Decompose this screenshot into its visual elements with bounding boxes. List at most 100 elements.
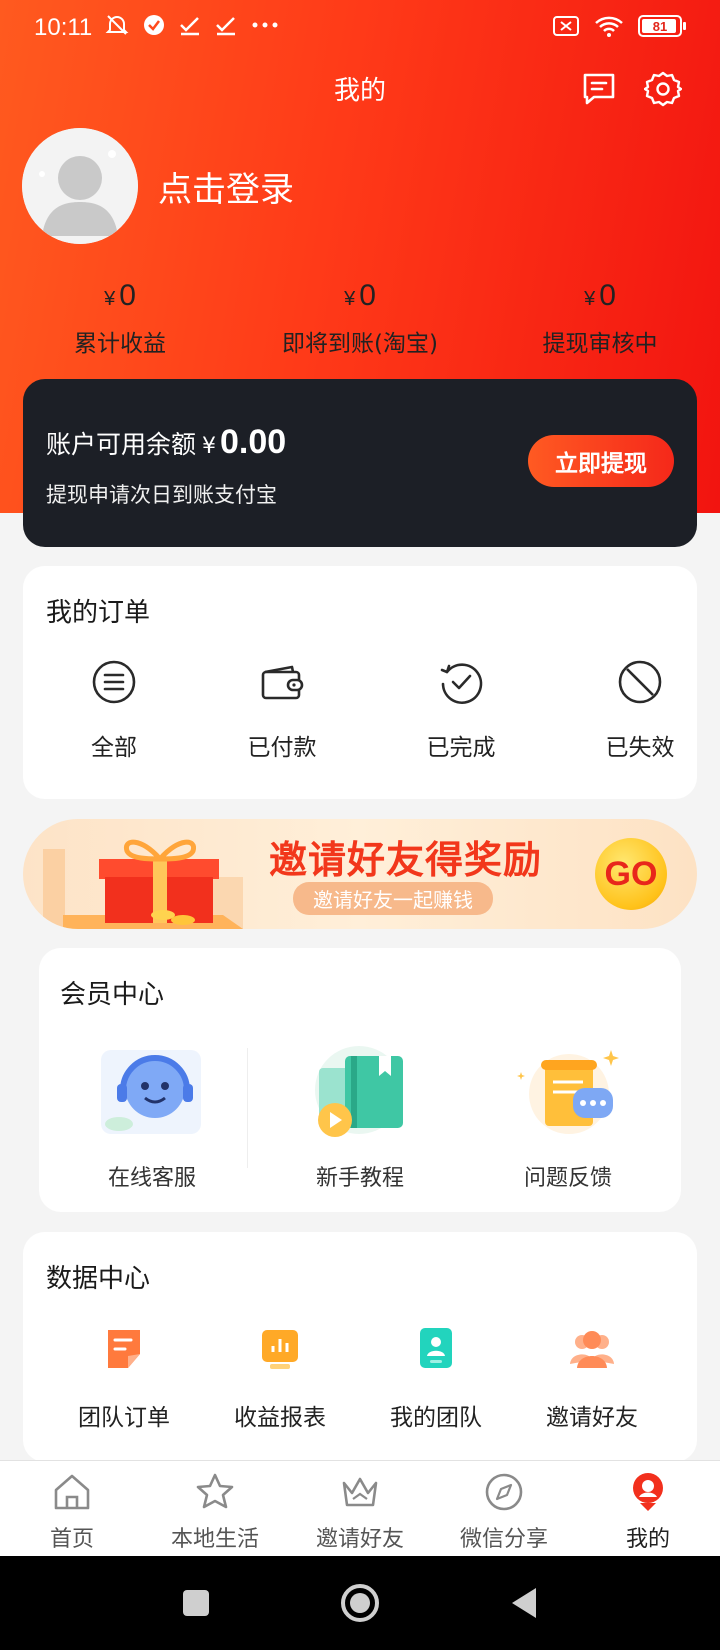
mute-icon — [105, 15, 129, 35]
balance-amount: 0.00 — [220, 423, 287, 461]
invite-banner[interactable]: 邀请好友得奖励 邀请好友一起赚钱 GO — [23, 819, 697, 929]
balance-card: 账户可用余额 ¥ 0.00 提现申请次日到账支付宝 立即提现 — [23, 379, 697, 547]
tab-label: 微信分享 — [459, 1527, 548, 1552]
back-icon[interactable] — [504, 1583, 544, 1623]
banner-subtitle: 邀请好友一起赚钱 — [293, 882, 493, 915]
task-done-icon — [216, 17, 235, 36]
data-invite-friends[interactable]: 邀请好友 — [522, 1324, 662, 1432]
login-area[interactable]: 点击登录 — [22, 128, 294, 244]
data-center-card: 数据中心 团队订单 收益报表 我的团队 邀请好友 — [23, 1232, 697, 1462]
crown-icon — [342, 1477, 378, 1507]
tab-label: 首页 — [49, 1527, 94, 1552]
order-expired[interactable]: 已失效 — [580, 658, 700, 762]
order-label: 已完成 — [426, 735, 496, 761]
list-icon — [92, 660, 136, 704]
stat-label: 累计收益 — [74, 331, 166, 357]
order-label: 已失效 — [605, 735, 675, 761]
stat-withdraw-review[interactable]: ¥0 提现审核中 — [520, 276, 680, 358]
feedback-icon — [517, 1050, 619, 1134]
stat-amount: 0 — [359, 279, 376, 312]
stat-label: 提现审核中 — [542, 331, 658, 357]
withdraw-button[interactable]: 立即提现 — [528, 435, 674, 487]
team-order-icon — [108, 1330, 140, 1368]
member-center-card: 会员中心 在线客服 新手教程 问题反馈 — [39, 948, 681, 1212]
check-circle-icon — [440, 663, 483, 704]
data-label: 团队订单 — [78, 1405, 170, 1431]
order-label: 已付款 — [247, 735, 317, 761]
home-button-icon[interactable] — [340, 1583, 380, 1623]
data-label: 收益报表 — [234, 1405, 326, 1431]
data-label: 我的团队 — [390, 1405, 482, 1431]
divider — [247, 1048, 248, 1168]
balance-line: 账户可用余额 ¥ 0.00 — [46, 423, 286, 462]
balance-note: 提现申请次日到账支付宝 — [46, 483, 277, 507]
member-center-title: 会员中心 — [60, 980, 165, 1010]
banner-title: 邀请好友得奖励 — [269, 838, 543, 882]
recent-apps-icon[interactable] — [176, 1583, 216, 1623]
stat-amount: 0 — [599, 279, 616, 312]
home-icon — [54, 1474, 90, 1510]
data-label: 邀请好友 — [546, 1405, 638, 1431]
tab-invite-friends[interactable]: 邀请好友 — [295, 1471, 425, 1553]
compass-icon — [485, 1473, 523, 1511]
member-label: 问题反馈 — [523, 1166, 612, 1191]
status-bar: 10:11 81 — [0, 0, 720, 56]
stat-total-earnings[interactable]: ¥0 累计收益 — [40, 276, 200, 358]
orders-card: 我的订单 全部 已付款 已完成 已失效 — [23, 566, 697, 799]
wifi-icon — [595, 16, 623, 37]
tab-local-life[interactable]: 本地生活 — [150, 1471, 280, 1553]
balance-currency: ¥ — [202, 434, 217, 459]
tab-label: 邀请好友 — [315, 1527, 404, 1552]
profile-icon — [633, 1473, 663, 1511]
member-tutorial[interactable]: 新手教程 — [275, 1044, 445, 1192]
revenue-report-icon — [262, 1330, 298, 1369]
stat-pending-taobao[interactable]: ¥0 即将到账(淘宝) — [260, 276, 460, 358]
tab-label: 我的 — [625, 1527, 670, 1552]
order-all[interactable]: 全部 — [54, 658, 174, 762]
my-team-icon — [420, 1328, 452, 1368]
member-online-service[interactable]: 在线客服 — [67, 1044, 237, 1192]
ban-icon — [618, 660, 662, 704]
task-done-icon — [180, 17, 199, 36]
orders-title: 我的订单 — [46, 598, 151, 628]
member-feedback[interactable]: 问题反馈 — [483, 1044, 653, 1192]
order-paid[interactable]: 已付款 — [222, 658, 342, 762]
order-label: 全部 — [91, 735, 137, 761]
stat-amount: 0 — [119, 279, 136, 312]
system-icons: 81 — [552, 14, 686, 38]
member-label: 在线客服 — [107, 1166, 196, 1191]
battery-icon: 81 — [638, 15, 686, 37]
data-center-title: 数据中心 — [46, 1264, 151, 1294]
stat-label: 即将到账(淘宝) — [282, 331, 438, 357]
message-icon[interactable] — [580, 70, 618, 108]
data-team-orders[interactable]: 团队订单 — [54, 1324, 194, 1432]
tutorial-book-icon — [315, 1046, 403, 1137]
member-label: 新手教程 — [315, 1166, 404, 1191]
status-time: 10:11 — [34, 14, 93, 41]
invite-friends-icon — [570, 1331, 614, 1368]
order-completed[interactable]: 已完成 — [401, 658, 521, 762]
avatar-placeholder-icon — [22, 128, 138, 244]
system-navigation-bar — [0, 1556, 720, 1650]
tab-label: 本地生活 — [170, 1527, 259, 1552]
avatar[interactable] — [22, 128, 138, 244]
go-button[interactable]: GO — [595, 838, 667, 910]
gear-icon[interactable] — [644, 70, 682, 108]
star-icon — [196, 1473, 234, 1509]
battery-level: 81 — [652, 18, 668, 34]
login-label[interactable]: 点击登录 — [158, 162, 294, 211]
more-icon — [252, 22, 278, 28]
data-revenue-report[interactable]: 收益报表 — [210, 1324, 350, 1432]
no-sim-icon — [553, 16, 579, 36]
data-my-team[interactable]: 我的团队 — [366, 1324, 506, 1432]
tab-mine[interactable]: 我的 — [583, 1471, 713, 1553]
tab-home[interactable]: 首页 — [7, 1471, 137, 1553]
customer-service-icon — [101, 1050, 201, 1134]
wallet-icon — [261, 665, 304, 700]
bottom-tab-bar: 首页 本地生活 邀请好友 微信分享 我的 — [0, 1460, 720, 1556]
balance-label: 账户可用余额 — [46, 430, 197, 459]
tab-wechat-share[interactable]: 微信分享 — [439, 1471, 569, 1553]
notification-icons — [104, 12, 280, 38]
verified-icon — [144, 15, 164, 35]
gift-box-icon — [43, 839, 243, 929]
